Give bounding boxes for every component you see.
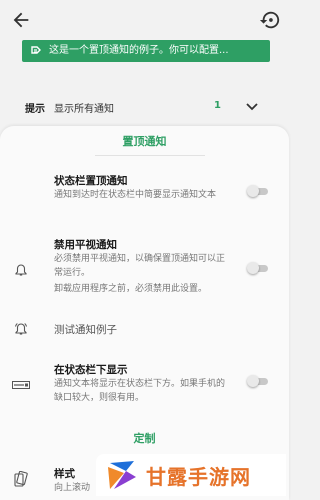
statusbar-pin-desc: 通知到达时在状态栏中简要显示通知文本: [54, 190, 217, 200]
test-notification-item[interactable]: 测试通知例子: [54, 322, 117, 337]
statusbar-pin-title: 状态栏置顶通知: [54, 175, 128, 187]
chevron-down-icon[interactable]: [244, 99, 260, 115]
section-title-custom: 定制: [133, 432, 156, 445]
top-bar: [0, 0, 289, 40]
bell-icon: [15, 264, 27, 276]
disable-headsup-desc: 必须禁用平视通知，以确保置顶通知可以正常运行。: [54, 254, 226, 278]
pin-notification-icon: [31, 46, 41, 54]
disable-headsup-warning: 卸载应用程序之前，必须禁用此设置。: [54, 284, 208, 294]
style-icon: [14, 471, 28, 487]
section-title-pinned: 置顶通知: [122, 135, 167, 148]
below-statusbar-title: 在状态栏下显示: [54, 364, 128, 376]
hint-row[interactable]: 提示 显示所有通知 1: [0, 93, 289, 121]
watermark-logo-icon: [108, 461, 136, 489]
banner-text: 这是一个置顶通知的例子。你可以配置...: [49, 45, 229, 56]
toggle-knob: [247, 375, 259, 387]
bell-ringing-icon: [14, 323, 28, 335]
disable-headsup-toggle[interactable]: [247, 262, 268, 274]
statusbar-pin-toggle[interactable]: [247, 185, 268, 197]
statusbar-icon: [12, 381, 30, 389]
hint-label: 提示: [25, 104, 45, 115]
sample-notification-banner: 这是一个置顶通知的例子。你可以配置...: [22, 40, 270, 62]
arrow-left-icon[interactable]: [10, 9, 32, 31]
restore-icon[interactable]: [259, 9, 281, 31]
toggle-knob: [247, 262, 259, 274]
below-statusbar-toggle[interactable]: [247, 375, 268, 387]
section-divider: [95, 155, 205, 156]
toggle-knob: [247, 185, 259, 197]
disable-headsup-title: 禁用平视通知: [54, 239, 117, 251]
style-title[interactable]: 样式: [54, 466, 75, 481]
below-statusbar-desc: 通知文本将显示在状态栏下方。如果手机的缺口较大，则很有用。: [54, 379, 226, 403]
hint-count: 1: [214, 100, 221, 111]
watermark-text: 甘露手游网: [146, 465, 251, 489]
watermark: 甘露手游网: [96, 454, 286, 496]
settings-sheet: 置顶通知 状态栏置顶通知 通知到达时在状态栏中简要显示通知文本 禁用平视通知 必…: [0, 126, 289, 500]
hint-value: 显示所有通知: [54, 104, 114, 115]
